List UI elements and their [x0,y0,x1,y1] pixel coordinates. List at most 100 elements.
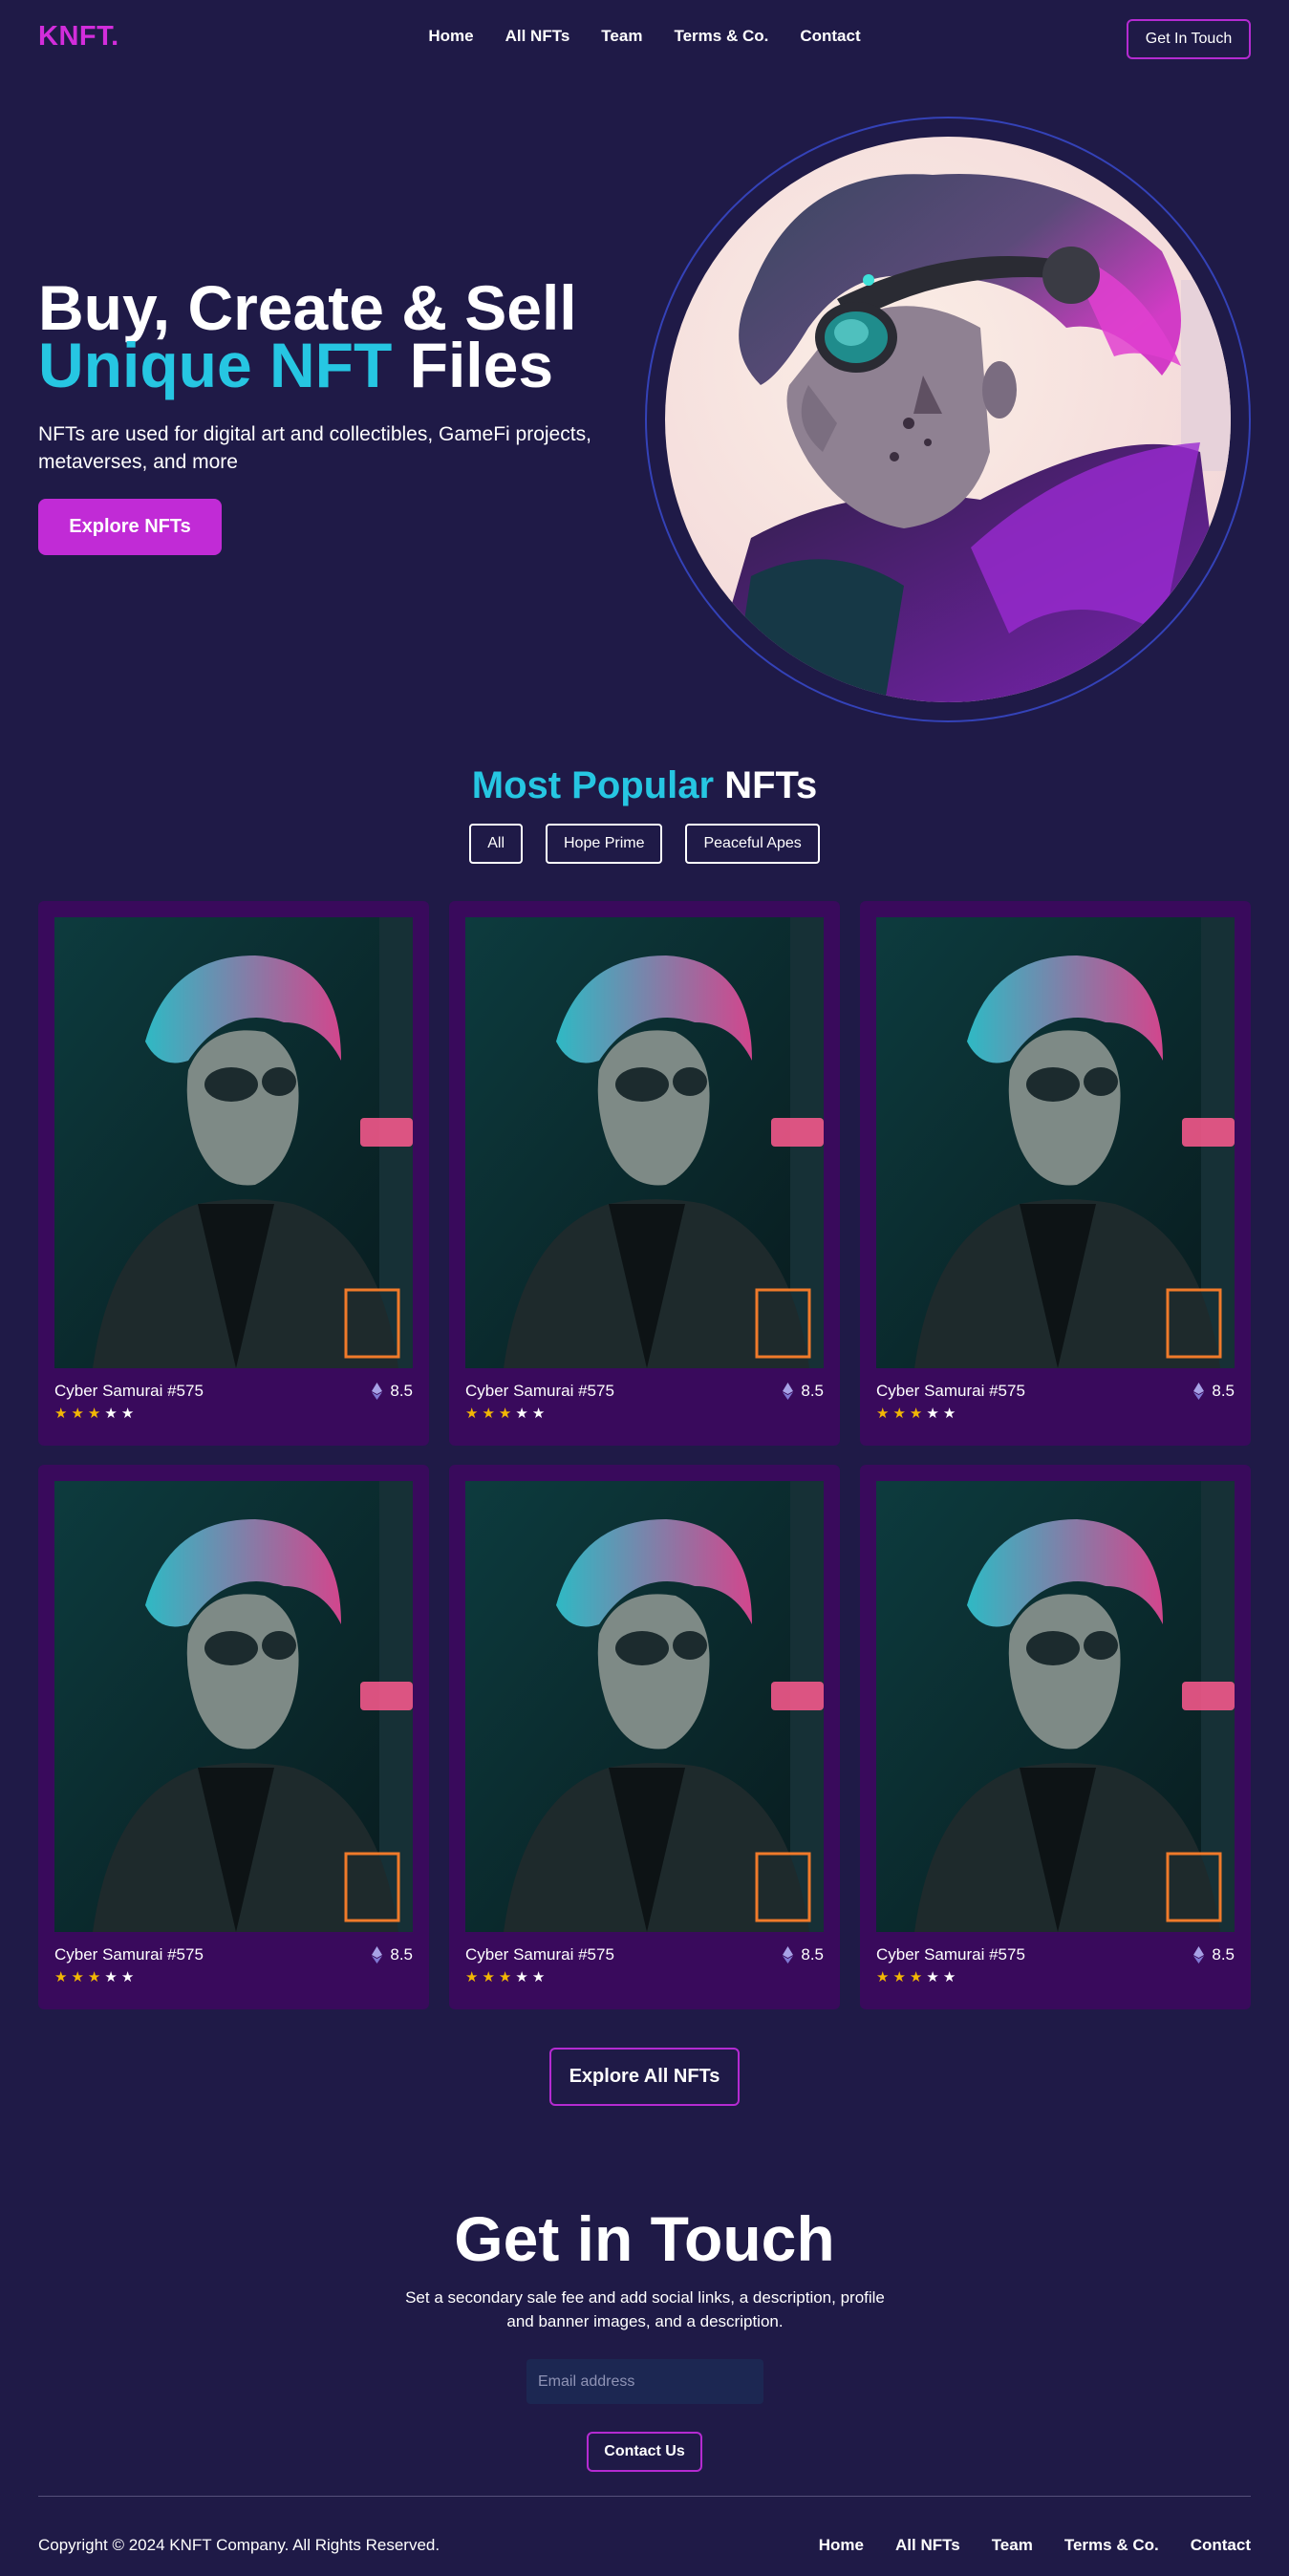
explore-all-nfts-button[interactable]: Explore All NFTs [549,2048,740,2106]
nft-card[interactable]: Cyber Samurai #575 8.5 ★★★★★ [449,901,840,1446]
star-filled-icon: ★ [482,1406,499,1422]
star-filled-icon: ★ [482,1969,499,1986]
nft-card-price: 8.5 [372,1945,413,1964]
nav-link-home[interactable]: Home [428,27,473,46]
star-filled-icon: ★ [71,1406,88,1422]
ethereum-icon [1193,1946,1205,1964]
filter-peaceful-apes[interactable]: Peaceful Apes [685,824,820,864]
star-empty-icon: ★ [531,1969,549,1986]
get-in-touch-button[interactable]: Get In Touch [1127,19,1251,59]
nft-card-rating: ★★★★★ [54,1405,138,1422]
star-filled-icon: ★ [87,1969,105,1986]
star-empty-icon: ★ [515,1969,532,1986]
footer-link-all-nfts[interactable]: All NFTs [895,2536,960,2555]
star-filled-icon: ★ [71,1969,88,1986]
star-filled-icon: ★ [498,1406,516,1422]
star-filled-icon: ★ [892,1969,910,1986]
star-empty-icon: ★ [531,1406,549,1422]
star-empty-icon: ★ [120,1406,139,1422]
footer-divider [38,2496,1251,2497]
popular-title-accent: Most Popular [471,764,715,806]
ethereum-icon [372,1946,383,1964]
explore-nfts-button[interactable]: Explore NFTs [38,499,222,555]
filter-all[interactable]: All [469,824,523,864]
hero-title-accent: Unique NFT [38,330,393,400]
contact-us-button[interactable]: Contact Us [587,2432,702,2472]
star-filled-icon: ★ [54,1406,72,1422]
star-filled-icon: ★ [892,1406,910,1422]
nft-card-price-value: 8.5 [390,1945,413,1964]
nft-card-price: 8.5 [783,1382,824,1401]
star-empty-icon: ★ [942,1969,960,1986]
ethereum-icon [783,1946,794,1964]
hero-portrait-image [665,137,1231,702]
star-empty-icon: ★ [515,1406,532,1422]
star-filled-icon: ★ [909,1969,927,1986]
contact-title: Get in Touch [454,2203,835,2274]
ethereum-icon [783,1383,794,1400]
star-filled-icon: ★ [465,1406,483,1422]
nft-card-name: Cyber Samurai #575 [54,1945,204,1964]
copyright-text: Copyright © 2024 KNFT Company. All Right… [38,2536,440,2554]
nft-card-price-value: 8.5 [390,1382,413,1400]
filter-hope-prime[interactable]: Hope Prime [546,824,663,864]
nft-card-name: Cyber Samurai #575 [876,1945,1025,1964]
star-empty-icon: ★ [942,1406,960,1422]
footer-link-terms[interactable]: Terms & Co. [1064,2536,1159,2555]
filter-group: All Hope Prime Peaceful Apes [0,824,1289,864]
ethereum-icon [1193,1383,1205,1400]
nft-card[interactable]: Cyber Samurai #575 8.5 ★★★★★ [860,901,1251,1446]
nft-card-price-value: 8.5 [1212,1382,1235,1400]
nft-card-image[interactable] [876,917,1235,1368]
footer-nav: Home All NFTs Team Terms & Co. Contact [819,2536,1251,2555]
email-field[interactable] [526,2359,763,2404]
star-filled-icon: ★ [876,1969,893,1986]
nft-card-image[interactable] [465,1481,824,1932]
star-filled-icon: ★ [909,1406,927,1422]
nft-card[interactable]: Cyber Samurai #575 8.5 ★★★★★ [449,1465,840,2009]
nft-card-name: Cyber Samurai #575 [876,1382,1025,1400]
nft-card-price-value: 8.5 [1212,1945,1235,1964]
nft-card-image[interactable] [54,917,413,1368]
nft-card[interactable]: Cyber Samurai #575 8.5 ★★★★★ [38,1465,429,2009]
star-empty-icon: ★ [926,1406,943,1422]
star-filled-icon: ★ [465,1969,483,1986]
nft-card-rating: ★★★★★ [876,1405,959,1422]
nft-card-rating: ★★★★★ [876,1968,959,1986]
main-nav: Home All NFTs Team Terms & Co. Contact [0,27,1289,46]
nft-card-name: Cyber Samurai #575 [465,1945,614,1964]
star-filled-icon: ★ [498,1969,516,1986]
nft-card-rating: ★★★★★ [54,1968,138,1986]
nft-card-name: Cyber Samurai #575 [54,1382,204,1400]
nav-link-contact[interactable]: Contact [800,27,860,46]
star-empty-icon: ★ [926,1969,943,1986]
nft-card-image[interactable] [465,917,824,1368]
popular-title: Most Popular NFTs [0,764,1289,807]
nft-card-rating: ★★★★★ [465,1968,548,1986]
nav-link-team[interactable]: Team [601,27,642,46]
hero-title: Buy, Create & Sell Unique NFT Files [38,276,631,397]
nav-link-all-nfts[interactable]: All NFTs [505,27,570,46]
nft-card-rating: ★★★★★ [465,1405,548,1422]
ethereum-icon [372,1383,383,1400]
nft-card-image[interactable] [54,1481,413,1932]
nft-card-price: 8.5 [372,1382,413,1401]
star-filled-icon: ★ [876,1406,893,1422]
nft-card-price: 8.5 [783,1945,824,1964]
footer-link-team[interactable]: Team [992,2536,1033,2555]
nav-link-terms[interactable]: Terms & Co. [674,27,768,46]
nft-card[interactable]: Cyber Samurai #575 8.5 ★★★★★ [860,1465,1251,2009]
popular-title-rest: NFTs [714,764,818,806]
nft-card-price-value: 8.5 [801,1382,824,1400]
hero-title-rest: Files [392,330,554,400]
footer-link-home[interactable]: Home [819,2536,864,2555]
nft-card[interactable]: Cyber Samurai #575 8.5 ★★★★★ [38,901,429,1446]
nft-card-price: 8.5 [1193,1382,1235,1401]
nft-card-price-value: 8.5 [801,1945,824,1964]
nft-card-image[interactable] [876,1481,1235,1932]
footer-link-contact[interactable]: Contact [1191,2536,1251,2555]
nft-card-name: Cyber Samurai #575 [465,1382,614,1400]
hero-subtitle: NFTs are used for digital art and collec… [38,423,591,473]
nft-card-price: 8.5 [1193,1945,1235,1964]
star-empty-icon: ★ [120,1969,139,1986]
